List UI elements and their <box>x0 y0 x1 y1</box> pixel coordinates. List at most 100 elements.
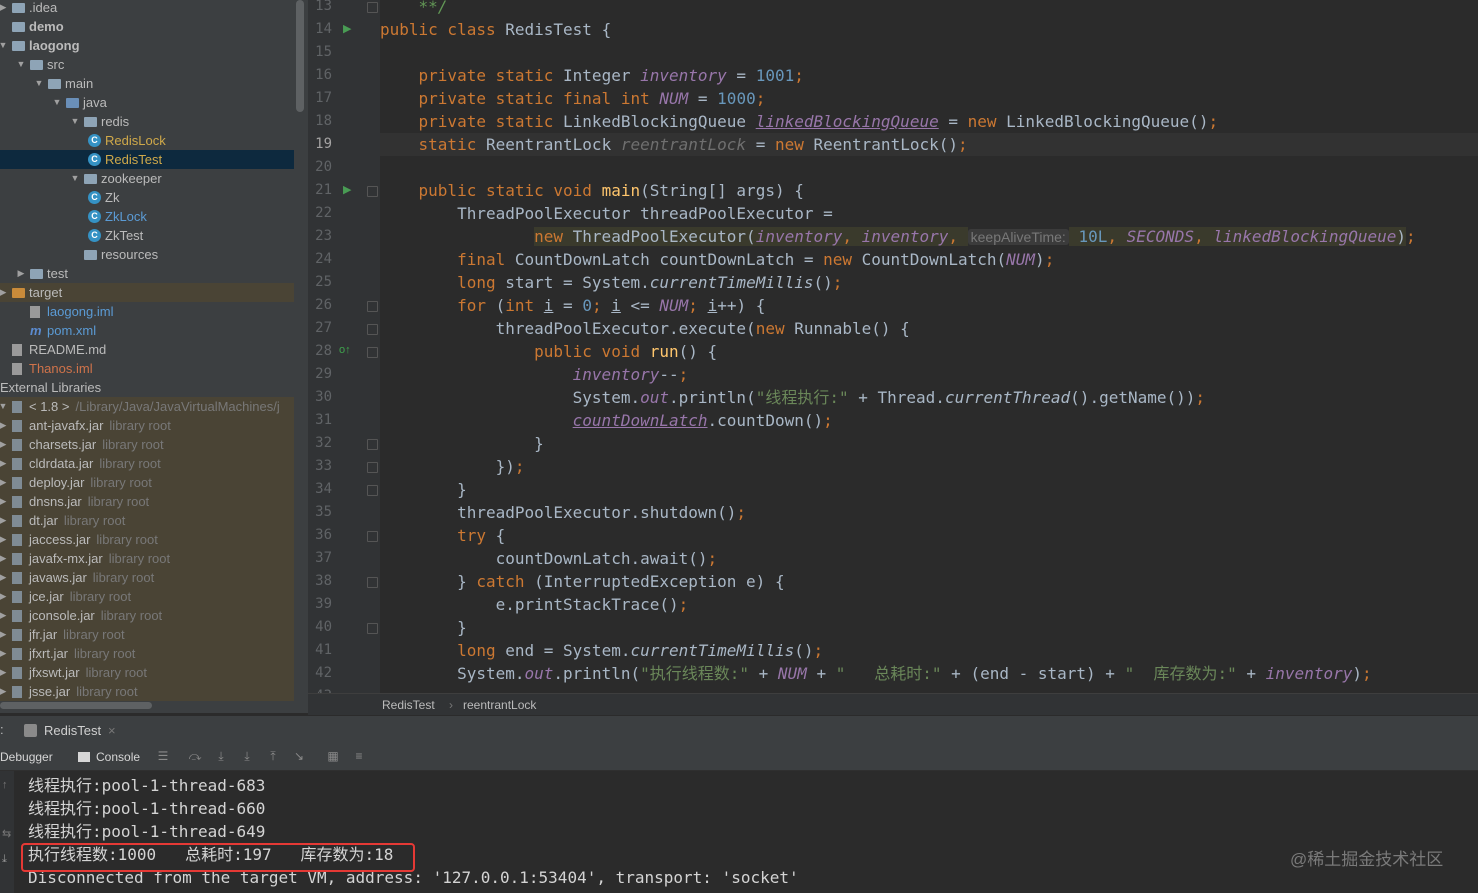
chevron-right-icon[interactable]: ▶ <box>0 606 8 625</box>
tree-item[interactable]: ▼ src <box>0 55 294 74</box>
code-line[interactable]: countDownLatch.await(); <box>380 547 1478 570</box>
fold-marker-icon[interactable] <box>367 439 378 450</box>
code-line[interactable]: private static LinkedBlockingQueue linke… <box>380 110 1478 133</box>
code-editor[interactable]: **/ public class RedisTest { private stat… <box>380 0 1478 693</box>
tree-item[interactable]: ▶ jfr.jar library root <box>0 625 294 644</box>
tree-item[interactable]: ▶ jfxrt.jar library root <box>0 644 294 663</box>
menu-icon[interactable]: ☰ <box>156 749 170 763</box>
tree-item[interactable]: ▶ dnsns.jar library root <box>0 492 294 511</box>
run-class-icon[interactable]: ▶ <box>343 22 351 35</box>
tree-item[interactable]: m pom.xml <box>0 321 294 340</box>
chevron-down-icon[interactable]: ▼ <box>70 169 80 188</box>
tree-item[interactable]: ▶ deploy.jar library root <box>0 473 294 492</box>
code-line[interactable]: } catch (InterruptedException e) { <box>380 570 1478 593</box>
fold-marker-icon[interactable] <box>367 623 378 634</box>
chevron-down-icon[interactable]: ▼ <box>52 93 62 112</box>
code-line[interactable]: new ThreadPoolExecutor(inventory, invent… <box>380 225 1478 248</box>
code-line[interactable]: } <box>380 478 1478 501</box>
fold-marker-icon[interactable] <box>367 577 378 588</box>
code-line[interactable]: private static Integer inventory = 1001; <box>380 64 1478 87</box>
tree-item[interactable]: ▼ laogong <box>0 36 294 55</box>
code-line[interactable]: final CountDownLatch countDownLatch = ne… <box>380 248 1478 271</box>
tree-item[interactable]: ▼ main <box>0 74 294 93</box>
tree-item[interactable]: C Zk <box>0 188 294 207</box>
code-line[interactable]: long start = System.currentTimeMillis(); <box>380 271 1478 294</box>
code-line[interactable] <box>380 685 1478 693</box>
chevron-down-icon[interactable]: ▼ <box>16 55 26 74</box>
tree-item[interactable]: C ZkTest <box>0 226 294 245</box>
code-line[interactable]: public class RedisTest { <box>380 18 1478 41</box>
chevron-right-icon[interactable]: ▶ <box>0 511 8 530</box>
tree-item[interactable]: ▶ cldrdata.jar library root <box>0 454 294 473</box>
code-line[interactable]: System.out.println("执行线程数:" + NUM + " 总耗… <box>380 662 1478 685</box>
tree-item[interactable]: ▶ javaws.jar library root <box>0 568 294 587</box>
tree-item[interactable]: ▶ jconsole.jar library root <box>0 606 294 625</box>
tree-item[interactable]: ▶ test <box>0 264 294 283</box>
code-line[interactable]: **/ <box>380 0 1478 18</box>
code-line[interactable]: static ReentrantLock reentrantLock = new… <box>380 133 1478 156</box>
fold-marker-icon[interactable] <box>367 324 378 335</box>
chevron-right-icon[interactable]: ▶ <box>0 682 8 701</box>
code-line[interactable]: private static final int NUM = 1000; <box>380 87 1478 110</box>
fold-marker-icon[interactable] <box>367 485 378 496</box>
implements-method-icon[interactable]: o↑ <box>339 344 351 356</box>
tree-item[interactable]: C ZkLock <box>0 207 294 226</box>
code-line[interactable]: for (int i = 0; i <= NUM; i++) { <box>380 294 1478 317</box>
tree-item[interactable]: ▼ java <box>0 93 294 112</box>
chevron-right-icon[interactable]: ▶ <box>0 587 8 606</box>
chevron-right-icon[interactable]: ▶ <box>16 264 26 283</box>
chevron-right-icon[interactable]: ▶ <box>0 549 8 568</box>
chevron-right-icon[interactable]: ▶ <box>0 568 8 587</box>
chevron-down-icon[interactable]: ▼ <box>70 112 80 131</box>
chevron-down-icon[interactable]: ▼ <box>34 74 44 93</box>
step-into-icon[interactable]: ⤓ <box>214 749 228 763</box>
chevron-right-icon[interactable]: ▶ <box>0 530 8 549</box>
code-line[interactable]: System.out.println("线程执行:" + Thread.curr… <box>380 386 1478 409</box>
tree-item[interactable]: ▶ target <box>0 283 294 302</box>
code-line[interactable]: } <box>380 432 1478 455</box>
tree-item[interactable]: ▶ jce.jar library root <box>0 587 294 606</box>
tree-item[interactable]: ▶ .idea <box>0 0 294 17</box>
chevron-right-icon[interactable]: ▶ <box>0 473 8 492</box>
code-line[interactable]: } <box>380 616 1478 639</box>
debugger-tab[interactable]: Debugger <box>0 748 53 766</box>
scroll-up-icon[interactable]: ↑ <box>2 779 8 791</box>
step-out-icon[interactable]: ⤒ <box>266 749 280 763</box>
fold-marker-icon[interactable] <box>367 2 378 13</box>
tree-item[interactable]: ▼ zookeeper <box>0 169 294 188</box>
project-tree-scrollbar[interactable] <box>296 0 304 112</box>
tree-item[interactable]: ▶ jsse.jar library root <box>0 682 294 701</box>
run-main-icon[interactable]: ▶ <box>343 183 351 196</box>
code-line[interactable]: e.printStackTrace(); <box>380 593 1478 616</box>
code-line[interactable]: public void run() { <box>380 340 1478 363</box>
chevron-right-icon[interactable]: ▶ <box>0 454 8 473</box>
tree-item[interactable]: ▶ charsets.jar library root <box>0 435 294 454</box>
tree-item[interactable]: demo <box>0 17 294 36</box>
step-over-icon[interactable]: ⤼ <box>188 749 202 763</box>
soft-wrap-icon[interactable]: ⇆ <box>2 827 11 840</box>
code-line[interactable] <box>380 156 1478 179</box>
breadcrumb-item-class[interactable]: RedisTest <box>382 694 435 716</box>
console-output[interactable]: ↑ ⇆ ⤓ 线程执行:pool-1-thread-683 线程执行:pool-1-… <box>0 771 1478 893</box>
code-line[interactable]: }); <box>380 455 1478 478</box>
chevron-right-icon[interactable]: ▶ <box>0 625 8 644</box>
fold-marker-icon[interactable] <box>367 347 378 358</box>
tree-item[interactable]: ▶ javafx-mx.jar library root <box>0 549 294 568</box>
chevron-right-icon[interactable]: ▶ <box>0 416 8 435</box>
tree-item[interactable]: resources <box>0 245 294 264</box>
tree-item[interactable]: ▶ jaccess.jar library root <box>0 530 294 549</box>
tree-item[interactable]: ▼ redis <box>0 112 294 131</box>
chevron-right-icon[interactable]: ▶ <box>0 0 8 17</box>
chevron-right-icon[interactable]: ▶ <box>0 492 8 511</box>
chevron-right-icon[interactable]: ▶ <box>0 435 8 454</box>
close-icon[interactable]: × <box>108 721 116 741</box>
tree-item[interactable]: README.md <box>0 340 294 359</box>
fold-marker-icon[interactable] <box>367 186 378 197</box>
chevron-right-icon[interactable]: ▶ <box>0 644 8 663</box>
scroll-to-end-icon[interactable]: ⤓ <box>2 853 7 866</box>
tree-item[interactable]: ▶ dt.jar library root <box>0 511 294 530</box>
chevron-down-icon[interactable]: ▼ <box>0 36 8 55</box>
code-line[interactable]: inventory--; <box>380 363 1478 386</box>
tree-item[interactable]: laogong.iml <box>0 302 294 321</box>
code-line[interactable]: long end = System.currentTimeMillis(); <box>380 639 1478 662</box>
